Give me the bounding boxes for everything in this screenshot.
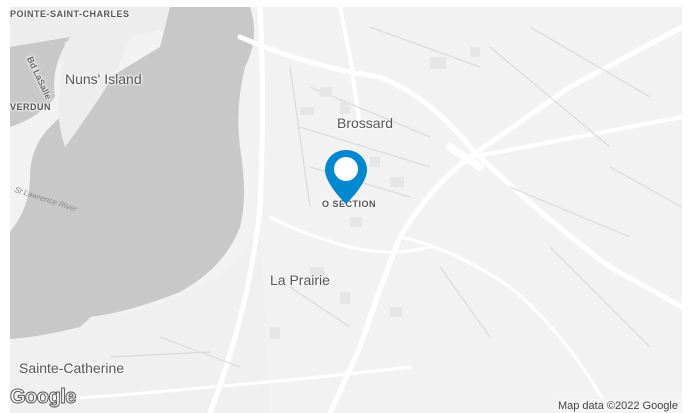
- map-attribution[interactable]: Map data ©2022 Google: [553, 399, 682, 413]
- label-sainte-catherine: Sainte-Catherine: [19, 360, 125, 376]
- label-nuns-island: Nuns' Island: [65, 71, 142, 87]
- map-base: [10, 7, 682, 413]
- label-verdun: VERDUN: [10, 102, 52, 112]
- location-pin-icon[interactable]: [321, 146, 371, 210]
- label-brossard: Brossard: [337, 115, 394, 131]
- label-la-prairie: La Prairie: [270, 272, 330, 288]
- label-pointe-saint-charles: POINTE-SAINT-CHARLES: [10, 9, 130, 19]
- map-view[interactable]: POINTE-SAINT-CHARLES Bd LaSalle Nuns' Is…: [10, 7, 682, 413]
- google-logo[interactable]: Google: [10, 386, 77, 409]
